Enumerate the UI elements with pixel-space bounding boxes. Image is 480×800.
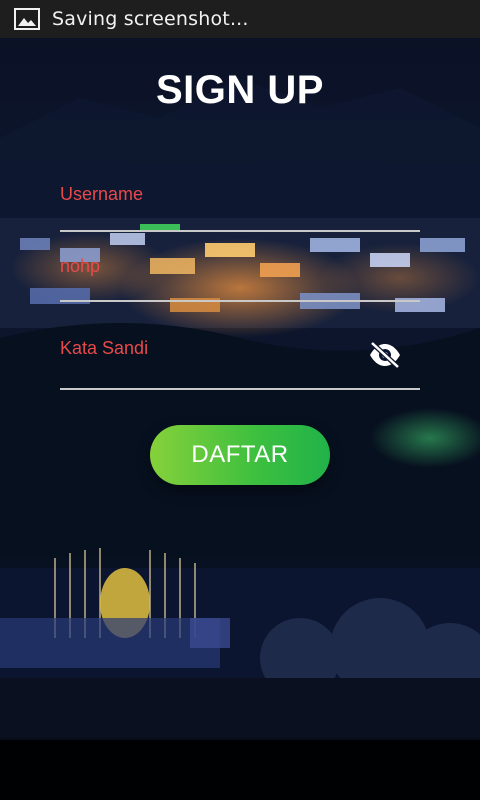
status-bar: Saving screenshot...: [0, 0, 480, 38]
username-underline: [60, 230, 420, 232]
phone-label: nohp: [60, 256, 101, 276]
daftar-button[interactable]: DAFTAR: [150, 425, 330, 485]
eye-off-icon[interactable]: [368, 340, 402, 370]
page-title: SIGN UP: [156, 68, 324, 112]
password-underline: [60, 388, 420, 390]
background-image: [0, 38, 480, 800]
image-icon: [14, 8, 40, 30]
bottom-shade: [0, 740, 480, 800]
phone-field[interactable]: nohp: [60, 256, 420, 302]
password-label: Kata Sandi: [60, 338, 149, 358]
username-field[interactable]: Username: [60, 184, 420, 232]
phone-underline: [60, 300, 420, 302]
password-field[interactable]: Kata Sandi: [60, 338, 420, 390]
username-label: Username: [60, 184, 144, 204]
app-screen: Saving screenshot... SIGN UP Username no…: [0, 0, 480, 800]
status-text: Saving screenshot...: [52, 8, 249, 30]
